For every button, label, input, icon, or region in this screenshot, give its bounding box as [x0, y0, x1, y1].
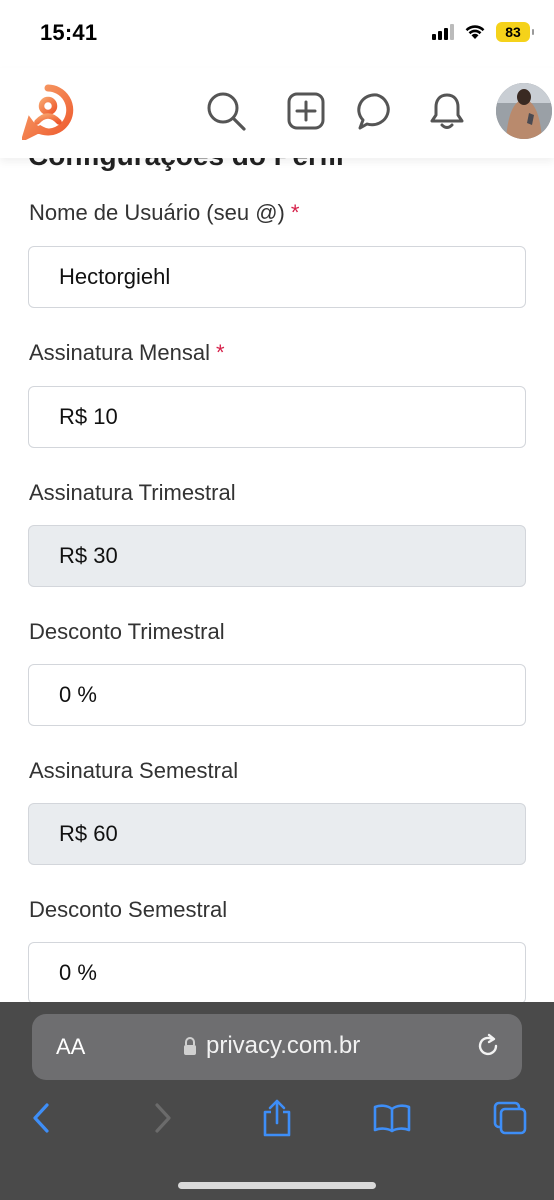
profile-settings-form: Configurações do Perfil Nome de Usuário …: [0, 140, 554, 1002]
back-icon[interactable]: [20, 1096, 64, 1140]
url-text: privacy.com.br: [206, 1032, 361, 1059]
semiannual-discount-label: Desconto Semestral: [29, 897, 228, 922]
browser-toolbar: AA privacy.com.br: [0, 1002, 554, 1200]
username-input[interactable]: Hectorgiehl: [28, 246, 526, 308]
share-icon[interactable]: [255, 1096, 299, 1140]
tabs-icon[interactable]: [488, 1096, 532, 1140]
username-label: Nome de Usuário (seu @) *: [29, 200, 300, 225]
semiannual-subscription-input: R$ 60: [28, 803, 526, 865]
semiannual-subscription-label: Assinatura Semestral: [29, 758, 239, 783]
forward-icon: [140, 1096, 184, 1140]
address-bar[interactable]: AA privacy.com.br: [32, 1014, 522, 1080]
chat-icon[interactable]: [356, 90, 398, 132]
add-post-icon[interactable]: [285, 90, 327, 132]
wifi-icon: [465, 25, 485, 39]
reload-icon[interactable]: [474, 1032, 502, 1060]
url-display[interactable]: privacy.com.br: [182, 1032, 360, 1060]
status-icons: 83: [432, 22, 534, 42]
quarterly-discount-input[interactable]: 0 %: [28, 664, 526, 726]
monthly-subscription-label: Assinatura Mensal *: [29, 340, 225, 365]
required-mark: *: [215, 340, 225, 365]
status-bar: 15:41 83: [0, 0, 554, 68]
status-time: 15:41: [40, 20, 98, 45]
required-mark: *: [290, 200, 300, 225]
bookmarks-icon[interactable]: [370, 1096, 414, 1140]
lock-icon: [184, 1037, 196, 1055]
search-icon[interactable]: [205, 90, 247, 132]
quarterly-discount-label: Desconto Trimestral: [29, 619, 225, 644]
battery-icon: 83: [496, 22, 534, 42]
quarterly-subscription-label: Assinatura Trimestral: [29, 480, 236, 505]
avatar[interactable]: [496, 83, 552, 139]
monthly-subscription-input[interactable]: R$ 10: [28, 386, 526, 448]
semiannual-discount-input[interactable]: 0 %: [28, 942, 526, 1002]
app-header: [0, 68, 554, 158]
home-indicator: [178, 1182, 376, 1189]
text-size-button[interactable]: AA: [56, 1034, 85, 1060]
quarterly-subscription-input: R$ 30: [28, 525, 526, 587]
signal-icon: [432, 24, 454, 40]
privacy-logo[interactable]: [22, 84, 74, 140]
notifications-icon[interactable]: [426, 90, 468, 132]
